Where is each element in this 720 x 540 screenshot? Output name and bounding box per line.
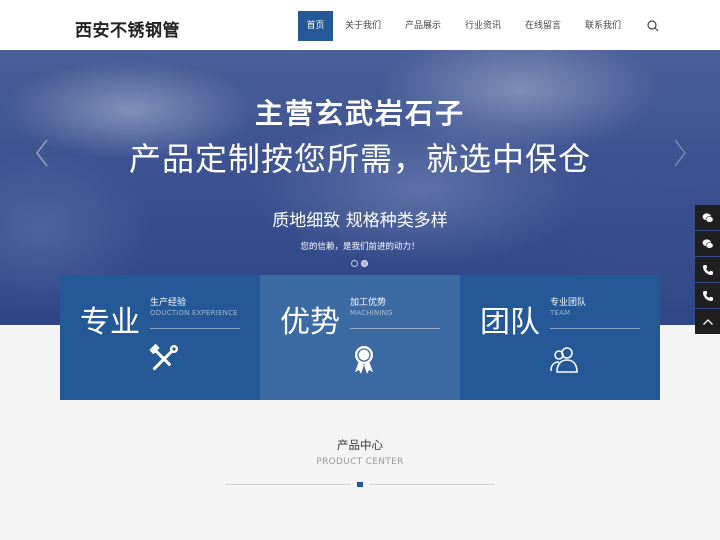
feature-divider xyxy=(550,328,640,329)
feature-divider xyxy=(350,328,440,329)
feature-title: 加工优势 xyxy=(350,298,387,308)
phone-icon xyxy=(702,290,713,301)
nav-item-home[interactable]: 首页 xyxy=(298,11,333,41)
phone-icon xyxy=(702,264,713,275)
slide-dot-2[interactable] xyxy=(361,260,368,267)
feature-subtitle: TEAM xyxy=(550,309,571,317)
site-header: 西安不锈钢管 首页 关于我们 产品展示 行业资讯 在线留言 联系我们 xyxy=(0,0,720,50)
sidebar-phone-button-2[interactable] xyxy=(695,283,720,308)
nav-item-news[interactable]: 行业资讯 xyxy=(453,11,513,41)
nav-item-products[interactable]: 产品展示 xyxy=(393,11,453,41)
slide-dot-1[interactable] xyxy=(351,260,358,267)
floating-sidebar xyxy=(695,205,720,335)
award-icon xyxy=(355,346,373,374)
nav-item-contact[interactable]: 联系我们 xyxy=(573,11,633,41)
feature-big-text: 团队 xyxy=(480,305,540,340)
feature-title: 专业团队 xyxy=(550,298,587,308)
back-to-top-button[interactable] xyxy=(695,309,720,334)
feature-card-advantage[interactable]: 优势 加工优势 MACHINING xyxy=(260,275,460,400)
tools-icon xyxy=(149,344,178,371)
section-divider-left xyxy=(226,484,350,485)
section-subtitle: PRODUCT CENTER xyxy=(316,457,404,467)
banner-title: 主营玄武岩石子 xyxy=(254,97,465,130)
sidebar-wechat-button[interactable] xyxy=(695,205,720,230)
main-nav: 首页 关于我们 产品展示 行业资讯 在线留言 联系我们 xyxy=(298,11,633,41)
feature-big-text: 专业 xyxy=(80,305,140,340)
slide-dots xyxy=(351,260,368,267)
feature-cards: 专业 生产经验 ODUCTION EXPERIENCE 优势 加工优势 MACH… xyxy=(60,275,660,400)
search-icon[interactable] xyxy=(646,19,660,33)
feature-subtitle: ODUCTION EXPERIENCE xyxy=(150,309,238,317)
sidebar-wechat-button-2[interactable] xyxy=(695,231,720,256)
feature-divider xyxy=(150,328,240,329)
section-divider-right xyxy=(370,484,494,485)
arrow-up-icon xyxy=(702,318,713,325)
feature-card-team[interactable]: 团队 专业团队 TEAM xyxy=(460,275,660,400)
site-logo[interactable]: 西安不锈钢管 xyxy=(75,16,180,41)
feature-subtitle: MACHINING xyxy=(350,309,393,317)
section-divider-mark xyxy=(357,482,363,487)
feature-card-professional[interactable]: 专业 生产经验 ODUCTION EXPERIENCE xyxy=(60,275,260,400)
banner-note: 您的信赖，是我们前进的动力！ xyxy=(300,242,420,252)
sidebar-phone-button[interactable] xyxy=(695,257,720,282)
wechat-icon xyxy=(702,238,713,249)
nav-item-message[interactable]: 在线留言 xyxy=(513,11,573,41)
section-title: 产品中心 xyxy=(337,438,383,452)
users-icon xyxy=(550,347,578,373)
banner-subtitle: 产品定制按您所需，就选中保仓 xyxy=(128,140,591,178)
feature-title: 生产经验 xyxy=(150,298,187,308)
feature-big-text: 优势 xyxy=(280,305,340,340)
nav-item-about[interactable]: 关于我们 xyxy=(333,11,393,41)
banner-tagline: 质地细致 规格种类多样 xyxy=(272,211,448,231)
wechat-icon xyxy=(702,212,713,223)
